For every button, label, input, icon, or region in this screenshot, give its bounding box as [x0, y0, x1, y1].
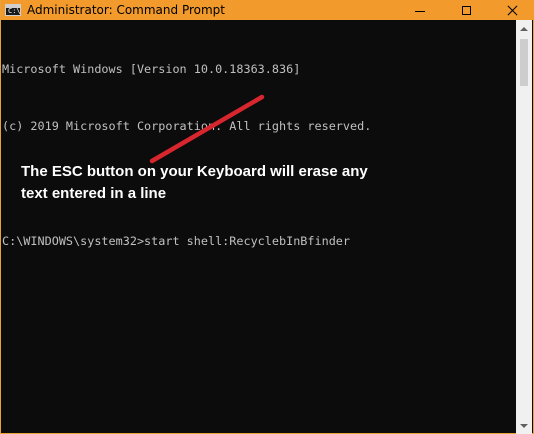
- command-prompt-window: C:\ Administrator: Command Prompt Micros…: [0, 0, 534, 434]
- vertical-scrollbar[interactable]: [516, 20, 532, 434]
- cmd-icon-text: C:\: [8, 7, 21, 15]
- annotation-text: The ESC button on your Keyboard will era…: [21, 163, 368, 202]
- maximize-button[interactable]: [443, 0, 489, 20]
- console-output[interactable]: Microsoft Windows [Version 10.0.18363.83…: [2, 22, 517, 422]
- close-icon: [507, 5, 518, 16]
- cmd-icon[interactable]: C:\: [5, 4, 21, 16]
- caption-buttons: [397, 0, 534, 20]
- window-title: Administrator: Command Prompt: [27, 3, 225, 17]
- scroll-up-icon[interactable]: [516, 20, 532, 37]
- scroll-thumb[interactable]: [520, 39, 528, 86]
- minimize-button[interactable]: [397, 0, 443, 20]
- minimize-icon: [415, 10, 425, 12]
- close-button[interactable]: [489, 0, 534, 20]
- scroll-down-icon[interactable]: [516, 417, 532, 434]
- console-line-prompt[interactable]: C:\WINDOWS\system32>start shell:Recycleb…: [2, 232, 517, 251]
- maximize-icon: [461, 5, 471, 15]
- console-line-version: Microsoft Windows [Version 10.0.18363.83…: [2, 62, 301, 76]
- title-bar[interactable]: C:\ Administrator: Command Prompt: [1, 0, 534, 20]
- console-line-copyright: (c) 2019 Microsoft Corporation. All righ…: [2, 119, 372, 133]
